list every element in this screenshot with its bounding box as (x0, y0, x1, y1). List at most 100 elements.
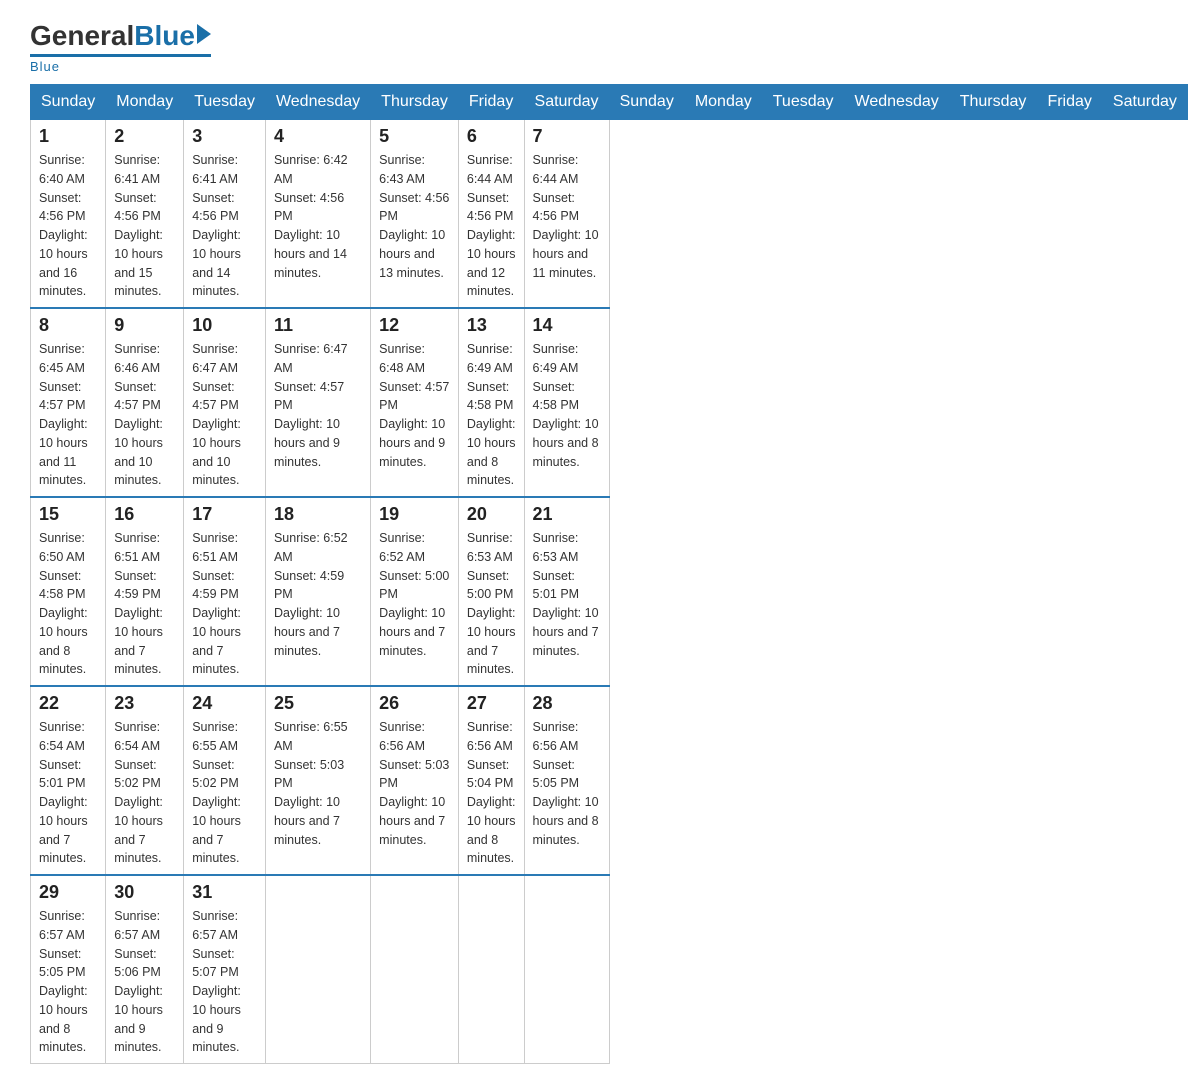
col-header-friday: Friday (458, 85, 524, 120)
day-cell: 25 Sunrise: 6:55 AMSunset: 5:03 PMDaylig… (265, 686, 370, 875)
day-info: Sunrise: 6:40 AMSunset: 4:56 PMDaylight:… (39, 151, 97, 301)
logo: General Blue Blue (30, 20, 211, 74)
day-cell: 26 Sunrise: 6:56 AMSunset: 5:03 PMDaylig… (371, 686, 459, 875)
day-info: Sunrise: 6:57 AMSunset: 5:05 PMDaylight:… (39, 907, 97, 1057)
week-row-5: 29 Sunrise: 6:57 AMSunset: 5:05 PMDaylig… (31, 875, 1188, 1064)
day-info: Sunrise: 6:57 AMSunset: 5:07 PMDaylight:… (192, 907, 257, 1057)
col-header-saturday: Saturday (1102, 85, 1187, 120)
day-number: 27 (467, 693, 516, 714)
header-row: SundayMondayTuesdayWednesdayThursdayFrid… (31, 85, 1188, 120)
col-header-tuesday: Tuesday (762, 85, 844, 120)
day-cell: 16 Sunrise: 6:51 AMSunset: 4:59 PMDaylig… (106, 497, 184, 686)
page-header: General Blue Blue (30, 20, 1158, 74)
day-cell: 23 Sunrise: 6:54 AMSunset: 5:02 PMDaylig… (106, 686, 184, 875)
day-cell: 2 Sunrise: 6:41 AMSunset: 4:56 PMDayligh… (106, 120, 184, 309)
logo-underline: Blue (30, 59, 60, 74)
day-cell: 6 Sunrise: 6:44 AMSunset: 4:56 PMDayligh… (458, 120, 524, 309)
day-number: 11 (274, 315, 362, 336)
col-header-saturday: Saturday (524, 85, 609, 120)
day-info: Sunrise: 6:52 AMSunset: 4:59 PMDaylight:… (274, 529, 362, 660)
day-number: 7 (533, 126, 601, 147)
logo-general: General (30, 20, 134, 52)
logo-blue-part: Blue (134, 20, 211, 52)
day-cell: 20 Sunrise: 6:53 AMSunset: 5:00 PMDaylig… (458, 497, 524, 686)
day-info: Sunrise: 6:41 AMSunset: 4:56 PMDaylight:… (114, 151, 175, 301)
day-cell: 29 Sunrise: 6:57 AMSunset: 5:05 PMDaylig… (31, 875, 106, 1064)
day-cell: 12 Sunrise: 6:48 AMSunset: 4:57 PMDaylig… (371, 308, 459, 497)
day-info: Sunrise: 6:49 AMSunset: 4:58 PMDaylight:… (467, 340, 516, 490)
day-number: 2 (114, 126, 175, 147)
day-info: Sunrise: 6:57 AMSunset: 5:06 PMDaylight:… (114, 907, 175, 1057)
day-cell: 28 Sunrise: 6:56 AMSunset: 5:05 PMDaylig… (524, 686, 609, 875)
day-number: 28 (533, 693, 601, 714)
day-cell (458, 875, 524, 1064)
day-number: 3 (192, 126, 257, 147)
day-info: Sunrise: 6:44 AMSunset: 4:56 PMDaylight:… (467, 151, 516, 301)
week-row-2: 8 Sunrise: 6:45 AMSunset: 4:57 PMDayligh… (31, 308, 1188, 497)
day-info: Sunrise: 6:51 AMSunset: 4:59 PMDaylight:… (192, 529, 257, 679)
col-header-thursday: Thursday (949, 85, 1037, 120)
day-number: 13 (467, 315, 516, 336)
day-info: Sunrise: 6:44 AMSunset: 4:56 PMDaylight:… (533, 151, 601, 282)
day-info: Sunrise: 6:51 AMSunset: 4:59 PMDaylight:… (114, 529, 175, 679)
day-cell: 17 Sunrise: 6:51 AMSunset: 4:59 PMDaylig… (184, 497, 266, 686)
day-info: Sunrise: 6:55 AMSunset: 5:02 PMDaylight:… (192, 718, 257, 868)
day-info: Sunrise: 6:46 AMSunset: 4:57 PMDaylight:… (114, 340, 175, 490)
day-cell: 7 Sunrise: 6:44 AMSunset: 4:56 PMDayligh… (524, 120, 609, 309)
day-number: 24 (192, 693, 257, 714)
day-number: 23 (114, 693, 175, 714)
day-cell: 9 Sunrise: 6:46 AMSunset: 4:57 PMDayligh… (106, 308, 184, 497)
day-info: Sunrise: 6:56 AMSunset: 5:05 PMDaylight:… (533, 718, 601, 849)
day-info: Sunrise: 6:49 AMSunset: 4:58 PMDaylight:… (533, 340, 601, 471)
calendar-table: SundayMondayTuesdayWednesdayThursdayFrid… (30, 84, 1188, 1064)
day-cell: 5 Sunrise: 6:43 AMSunset: 4:56 PMDayligh… (371, 120, 459, 309)
day-cell: 8 Sunrise: 6:45 AMSunset: 4:57 PMDayligh… (31, 308, 106, 497)
day-info: Sunrise: 6:42 AMSunset: 4:56 PMDaylight:… (274, 151, 362, 282)
day-info: Sunrise: 6:48 AMSunset: 4:57 PMDaylight:… (379, 340, 450, 471)
day-info: Sunrise: 6:50 AMSunset: 4:58 PMDaylight:… (39, 529, 97, 679)
day-info: Sunrise: 6:45 AMSunset: 4:57 PMDaylight:… (39, 340, 97, 490)
day-number: 10 (192, 315, 257, 336)
week-row-1: 1 Sunrise: 6:40 AMSunset: 4:56 PMDayligh… (31, 120, 1188, 309)
day-info: Sunrise: 6:43 AMSunset: 4:56 PMDaylight:… (379, 151, 450, 282)
day-cell: 4 Sunrise: 6:42 AMSunset: 4:56 PMDayligh… (265, 120, 370, 309)
day-cell: 14 Sunrise: 6:49 AMSunset: 4:58 PMDaylig… (524, 308, 609, 497)
day-number: 16 (114, 504, 175, 525)
day-cell (265, 875, 370, 1064)
col-header-friday: Friday (1037, 85, 1102, 120)
day-info: Sunrise: 6:53 AMSunset: 5:00 PMDaylight:… (467, 529, 516, 679)
day-number: 18 (274, 504, 362, 525)
day-number: 31 (192, 882, 257, 903)
day-cell: 31 Sunrise: 6:57 AMSunset: 5:07 PMDaylig… (184, 875, 266, 1064)
day-info: Sunrise: 6:52 AMSunset: 5:00 PMDaylight:… (379, 529, 450, 660)
day-info: Sunrise: 6:53 AMSunset: 5:01 PMDaylight:… (533, 529, 601, 660)
day-number: 4 (274, 126, 362, 147)
day-cell: 3 Sunrise: 6:41 AMSunset: 4:56 PMDayligh… (184, 120, 266, 309)
day-number: 30 (114, 882, 175, 903)
day-number: 1 (39, 126, 97, 147)
day-info: Sunrise: 6:54 AMSunset: 5:01 PMDaylight:… (39, 718, 97, 868)
day-cell: 30 Sunrise: 6:57 AMSunset: 5:06 PMDaylig… (106, 875, 184, 1064)
day-number: 15 (39, 504, 97, 525)
day-info: Sunrise: 6:47 AMSunset: 4:57 PMDaylight:… (192, 340, 257, 490)
col-header-wednesday: Wednesday (265, 85, 370, 120)
day-cell: 11 Sunrise: 6:47 AMSunset: 4:57 PMDaylig… (265, 308, 370, 497)
col-header-sunday: Sunday (609, 85, 684, 120)
day-cell: 18 Sunrise: 6:52 AMSunset: 4:59 PMDaylig… (265, 497, 370, 686)
day-number: 12 (379, 315, 450, 336)
day-info: Sunrise: 6:54 AMSunset: 5:02 PMDaylight:… (114, 718, 175, 868)
day-number: 14 (533, 315, 601, 336)
week-row-4: 22 Sunrise: 6:54 AMSunset: 5:01 PMDaylig… (31, 686, 1188, 875)
col-header-sunday: Sunday (31, 85, 106, 120)
day-number: 20 (467, 504, 516, 525)
day-info: Sunrise: 6:41 AMSunset: 4:56 PMDaylight:… (192, 151, 257, 301)
col-header-wednesday: Wednesday (844, 85, 949, 120)
day-info: Sunrise: 6:47 AMSunset: 4:57 PMDaylight:… (274, 340, 362, 471)
day-number: 19 (379, 504, 450, 525)
day-cell: 22 Sunrise: 6:54 AMSunset: 5:01 PMDaylig… (31, 686, 106, 875)
day-number: 5 (379, 126, 450, 147)
day-cell (524, 875, 609, 1064)
day-number: 8 (39, 315, 97, 336)
logo-blue: Blue (134, 20, 195, 52)
col-header-tuesday: Tuesday (184, 85, 266, 120)
